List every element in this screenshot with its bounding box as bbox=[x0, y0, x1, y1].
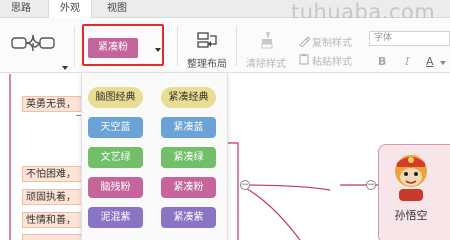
collapse-toggle[interactable]: − bbox=[240, 180, 250, 190]
ribbon-separator bbox=[74, 26, 75, 66]
topic-node[interactable]: 不怕困难， bbox=[22, 166, 82, 182]
topic-node[interactable]: 性情和善， bbox=[22, 212, 82, 228]
topic-node[interactable] bbox=[22, 234, 82, 240]
theme-option[interactable]: 泥混紫 bbox=[88, 207, 143, 228]
structure-dropdown-caret[interactable] bbox=[62, 66, 68, 70]
copy-style-icon[interactable] bbox=[298, 35, 310, 47]
theme-option[interactable]: 紧凑紫 bbox=[161, 207, 216, 228]
collapse-toggle[interactable]: − bbox=[366, 180, 376, 190]
font-color-button[interactable]: A bbox=[426, 55, 434, 68]
theme-option[interactable]: 天空蓝 bbox=[88, 117, 143, 138]
paste-style-button[interactable]: 粘贴样式 bbox=[312, 53, 352, 68]
structure-icon[interactable] bbox=[10, 28, 56, 62]
theme-option[interactable]: 紧凑粉 bbox=[161, 177, 216, 198]
bold-button[interactable]: B bbox=[378, 55, 386, 68]
copy-style-button[interactable]: 复制样式 bbox=[312, 34, 352, 49]
tab-view[interactable]: 视图 bbox=[96, 0, 138, 18]
clear-style-button[interactable]: 清除样式 bbox=[246, 55, 286, 70]
arrange-layout-icon[interactable] bbox=[197, 31, 221, 49]
topic-node[interactable]: 英勇无畏， bbox=[22, 96, 82, 112]
clear-style-icon[interactable] bbox=[258, 31, 276, 49]
theme-option[interactable]: 紧凑绿 bbox=[161, 147, 216, 168]
theme-option[interactable]: 脑图经典 bbox=[88, 87, 143, 108]
font-color-caret[interactable] bbox=[440, 61, 446, 65]
paste-style-icon[interactable] bbox=[298, 53, 310, 65]
theme-option[interactable]: 紧凑经典 bbox=[161, 87, 216, 108]
italic-button[interactable]: I bbox=[405, 55, 409, 68]
theme-option[interactable]: 文艺绿 bbox=[88, 147, 143, 168]
ribbon-separator bbox=[236, 26, 237, 66]
topic-node[interactable]: 顽固执着， bbox=[22, 189, 82, 205]
monkey-king-image bbox=[395, 155, 427, 201]
ribbon-separator bbox=[177, 26, 178, 66]
theme-dropdown-caret[interactable] bbox=[155, 48, 161, 52]
central-topic-label: 孙悟空 bbox=[394, 209, 428, 222]
theme-option[interactable]: 紧凑蓝 bbox=[161, 117, 216, 138]
font-family-select[interactable]: 字体 bbox=[369, 31, 450, 46]
arrange-layout-button[interactable]: 整理布局 bbox=[187, 55, 227, 70]
tab-appearance[interactable]: 外观 bbox=[48, 0, 92, 19]
theme-selector-button[interactable]: 紧凑粉 bbox=[88, 38, 138, 58]
theme-option[interactable]: 脑残粉 bbox=[88, 177, 143, 198]
tab-thinking[interactable]: 思路 bbox=[0, 0, 42, 18]
